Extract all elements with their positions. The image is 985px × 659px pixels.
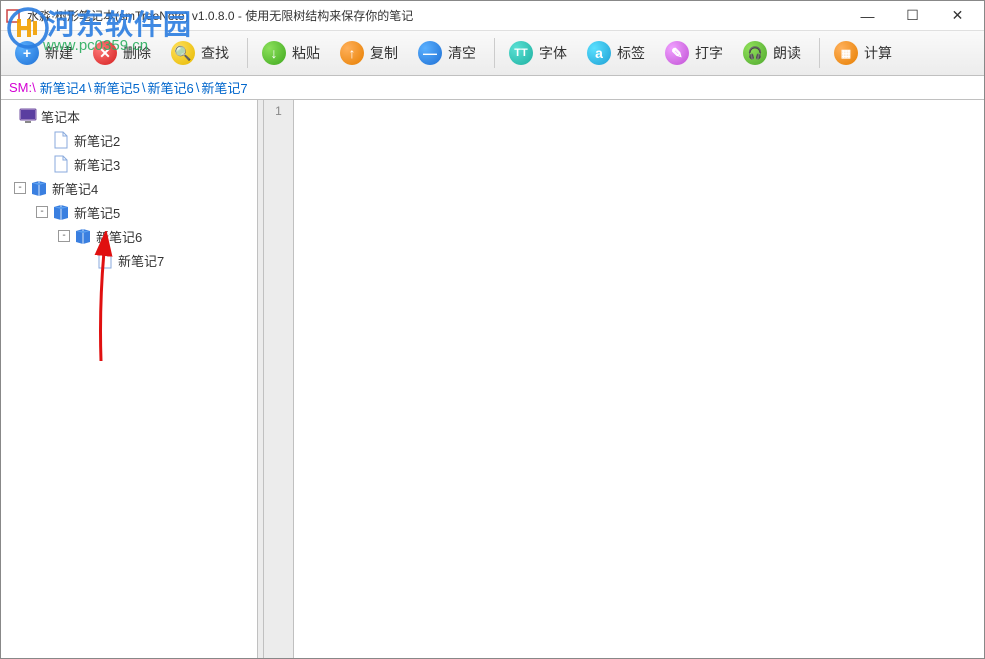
breadcrumb-sep: \ [196, 80, 200, 95]
font-button[interactable]: TT 字体 [501, 37, 575, 69]
search-label: 查找 [201, 43, 229, 63]
tree-node[interactable]: - 新笔记5 [3, 200, 255, 224]
breadcrumb-item[interactable]: 新笔记6 [147, 78, 193, 97]
new-button[interactable]: + 新建 [7, 37, 81, 69]
breadcrumb-sep: \ [88, 80, 92, 95]
tree-expander[interactable]: - [58, 230, 70, 242]
file-icon [96, 251, 114, 269]
calculator-icon: ▦ [834, 41, 858, 65]
breadcrumb-sep: \ [142, 80, 146, 95]
toolbar-separator [819, 38, 820, 68]
titlebar: 水淼·树形笔记本(smTreeNote) v1.0.8.0 - 使用无限树结构来… [1, 1, 984, 31]
breadcrumb-item[interactable]: 新笔记5 [94, 78, 140, 97]
toolbar-separator [247, 38, 248, 68]
headphone-icon: 🎧 [743, 41, 767, 65]
breadcrumb-root: SM:\ [9, 80, 36, 95]
search-button[interactable]: 🔍 查找 [163, 37, 237, 69]
minimize-button[interactable]: — [845, 1, 890, 31]
tree-node-label: 新笔记2 [74, 131, 120, 150]
up-arrow-icon: ↑ [340, 41, 364, 65]
read-label: 朗读 [773, 43, 801, 63]
maximize-button[interactable]: ☐ [890, 1, 935, 31]
type-label: 打字 [695, 43, 723, 63]
plus-icon: + [15, 41, 39, 65]
monitor-icon [19, 107, 37, 125]
tag-label: 标签 [617, 43, 645, 63]
editor-textarea[interactable] [294, 100, 984, 658]
read-button[interactable]: 🎧 朗读 [735, 37, 809, 69]
breadcrumb-item[interactable]: 新笔记4 [40, 78, 86, 97]
tree-node-label: 新笔记7 [118, 251, 164, 270]
window-title: 水淼·树形笔记本(smTreeNote) v1.0.8.0 - 使用无限树结构来… [27, 7, 845, 24]
tree-node[interactable]: 新笔记3 [3, 152, 255, 176]
line-number: 1 [264, 104, 293, 118]
tree-node[interactable]: - 新笔记4 [3, 176, 255, 200]
x-icon: ✕ [93, 41, 117, 65]
breadcrumb: SM:\ 新笔记4 \ 新笔记5 \ 新笔记6 \ 新笔记7 [1, 76, 984, 100]
close-button[interactable]: ✕ [935, 1, 980, 31]
toolbar: + 新建 ✕ 删除 🔍 查找 ↓ 粘贴 ↑ 复制 — 清空 TT 字体 a 标签… [1, 31, 984, 76]
down-arrow-icon: ↓ [262, 41, 286, 65]
file-icon [52, 155, 70, 173]
tag-button[interactable]: a 标签 [579, 37, 653, 69]
book-icon [52, 203, 70, 221]
copy-button[interactable]: ↑ 复制 [332, 37, 406, 69]
main-area: 笔记本 新笔记2 新笔记3 - 新笔记4 - 新笔记5 - 新笔记6 新笔记7 … [1, 100, 984, 658]
delete-label: 删除 [123, 43, 151, 63]
book-icon [30, 179, 48, 197]
toolbar-separator [494, 38, 495, 68]
type-button[interactable]: ✎ 打字 [657, 37, 731, 69]
tree-node[interactable]: 笔记本 [3, 104, 255, 128]
clear-label: 清空 [448, 43, 476, 63]
file-icon [52, 131, 70, 149]
font-icon: TT [509, 41, 533, 65]
search-icon: 🔍 [171, 41, 195, 65]
delete-button[interactable]: ✕ 删除 [85, 37, 159, 69]
tree-node[interactable]: 新笔记7 [3, 248, 255, 272]
new-label: 新建 [45, 43, 73, 63]
minus-icon: — [418, 41, 442, 65]
tree-expander[interactable]: - [14, 182, 26, 194]
tag-icon: a [587, 41, 611, 65]
paste-label: 粘贴 [292, 43, 320, 63]
calc-label: 计算 [864, 43, 892, 63]
book-icon [74, 227, 92, 245]
tree-node[interactable]: - 新笔记6 [3, 224, 255, 248]
tree-node-label: 新笔记4 [52, 179, 98, 198]
tree-node-label: 新笔记5 [74, 203, 120, 222]
pencil-icon: ✎ [665, 41, 689, 65]
breadcrumb-item[interactable]: 新笔记7 [201, 78, 247, 97]
font-label: 字体 [539, 43, 567, 63]
paste-button[interactable]: ↓ 粘贴 [254, 37, 328, 69]
tree-expander[interactable]: - [36, 206, 48, 218]
copy-label: 复制 [370, 43, 398, 63]
line-gutter: 1 [264, 100, 294, 658]
calc-button[interactable]: ▦ 计算 [826, 37, 900, 69]
clear-button[interactable]: — 清空 [410, 37, 484, 69]
app-icon [5, 8, 21, 24]
tree-node[interactable]: 新笔记2 [3, 128, 255, 152]
tree-node-label: 新笔记3 [74, 155, 120, 174]
tree-node-label: 笔记本 [41, 107, 80, 126]
editor-area: 1 [264, 100, 984, 658]
tree-sidebar: 笔记本 新笔记2 新笔记3 - 新笔记4 - 新笔记5 - 新笔记6 新笔记7 [1, 100, 258, 658]
tree-node-label: 新笔记6 [96, 227, 142, 246]
